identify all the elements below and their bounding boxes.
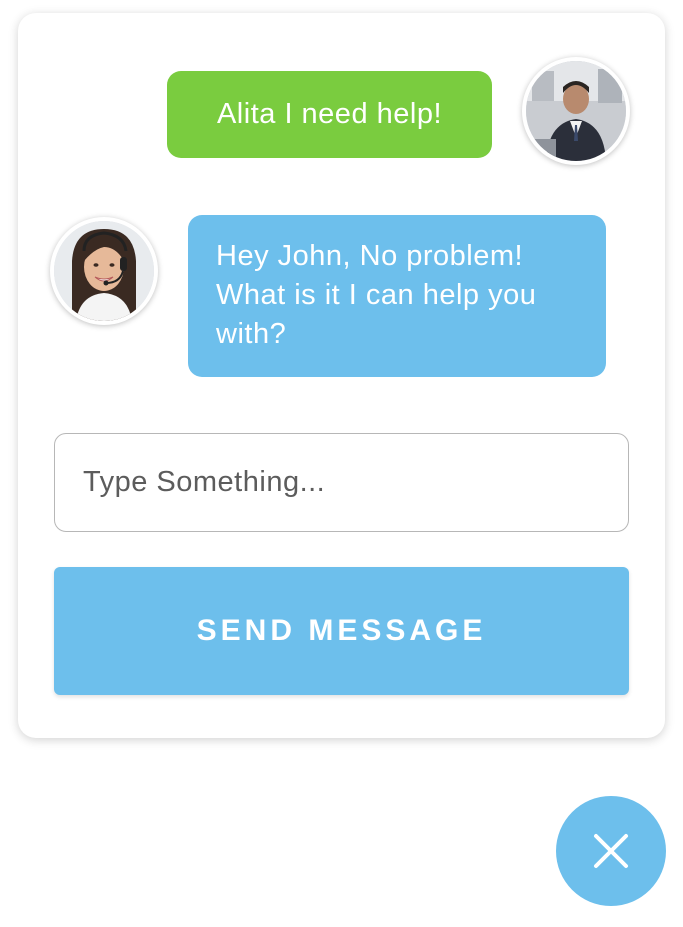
message-input[interactable] bbox=[54, 433, 629, 532]
agent-avatar bbox=[50, 217, 158, 325]
close-chat-button[interactable] bbox=[556, 796, 666, 906]
user-avatar bbox=[522, 57, 630, 165]
agent-message-line: Hey John, No problem! bbox=[216, 240, 524, 272]
user-message-text: Alita I need help! bbox=[216, 98, 443, 130]
close-icon bbox=[594, 834, 628, 868]
agent-message-line: with? bbox=[216, 318, 287, 350]
user-message-bubble: Alita I need help! bbox=[167, 71, 492, 158]
chat-widget: Alita I need help! Hey John, No problem!… bbox=[18, 13, 665, 738]
send-message-button[interactable]: SEND MESSAGE bbox=[54, 567, 629, 695]
agent-message-line: What is it I can help you bbox=[216, 279, 537, 311]
agent-message-bubble: Hey John, No problem! What is it I can h… bbox=[188, 215, 606, 377]
user-avatar-icon bbox=[526, 61, 626, 161]
agent-avatar-icon bbox=[54, 221, 154, 321]
